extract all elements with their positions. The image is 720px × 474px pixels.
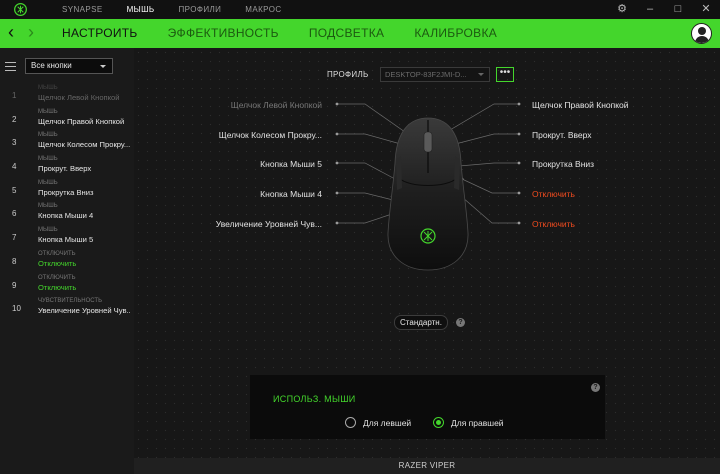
help-icon[interactable]: ? <box>591 383 600 392</box>
close-icon[interactable]: ✕ <box>692 0 720 19</box>
item-value: Увеличение Уровней Чув... <box>38 306 130 316</box>
mouse-diagram <box>335 102 521 271</box>
map-scroll-click[interactable]: Щелчок Колесом Прокру... <box>219 130 322 140</box>
item-category: МЫШЬ <box>38 132 58 139</box>
item-number: 8 <box>12 256 17 266</box>
mouse-body <box>387 117 469 271</box>
item-number: 4 <box>12 162 17 172</box>
back-arrow-icon[interactable]: ‹ <box>8 19 14 48</box>
item-number: 3 <box>12 138 17 148</box>
list-item[interactable]: 10 ЧУВСТВИТЕЛЬНОСТЬ Увеличение Уровней Чув… <box>0 297 134 321</box>
sidebar: Все кнопки 1 МЫШЬ Щелчок Левой Кнопкой 2 МЫ… <box>0 48 134 474</box>
menu-hamburger-icon[interactable] <box>5 62 16 71</box>
tab-customize[interactable]: НАСТРОИТЬ <box>62 19 138 48</box>
standard-view-button[interactable]: Стандартн. <box>394 315 448 330</box>
item-category: МЫШЬ <box>38 179 58 186</box>
list-item[interactable]: 1 МЫШЬ Щелчок Левой Кнопкой <box>0 84 134 108</box>
item-value: Отключить <box>38 282 77 292</box>
main-panel: ПРОФИЛЬ DESKTOP-83F2JMI-D... ••• Щелчок … <box>134 48 720 458</box>
item-category: ОТКЛЮЧИТЬ <box>38 274 76 281</box>
right-handed-radio[interactable] <box>433 417 444 428</box>
item-category: ЧУВСТВИТЕЛЬНОСТЬ <box>38 298 103 305</box>
map-sensitivity-stage-up[interactable]: Увеличение Уровней Чув... <box>216 219 322 229</box>
item-number: 5 <box>12 185 17 195</box>
item-value: Кнопка Мыши 4 <box>38 211 94 221</box>
tab-performance[interactable]: ЭФФЕКТИВНОСТЬ <box>168 19 279 48</box>
item-value: Щелчок Колесом Прокру... <box>38 140 130 150</box>
minimize-icon[interactable]: – <box>636 0 664 19</box>
tabs: НАСТРОИТЬ ЭФФЕКТИВНОСТЬ ПОДСВЕТКА КАЛИБР… <box>62 19 527 48</box>
map-right-click[interactable]: Щелчок Правой Кнопкой <box>532 100 629 110</box>
item-number: 2 <box>12 114 17 124</box>
map-disabled-button-2[interactable]: Отключить <box>532 219 575 229</box>
left-handed-label[interactable]: Для левшей <box>363 418 411 428</box>
item-category: МЫШЬ <box>38 156 58 163</box>
nav-profiles[interactable]: ПРОФИЛИ <box>179 0 222 19</box>
list-item[interactable]: 6 МЫШЬ Кнопка Мыши 4 <box>0 202 134 226</box>
user-avatar-icon[interactable] <box>691 23 712 44</box>
item-number: 9 <box>12 280 17 290</box>
nav-mouse[interactable]: МЫШЬ <box>127 0 155 19</box>
map-mouse-button-5[interactable]: Кнопка Мыши 5 <box>260 159 322 169</box>
forward-arrow-icon[interactable]: › <box>28 19 34 48</box>
item-number: 1 <box>12 91 17 100</box>
avatar-head <box>698 27 706 35</box>
tab-bar: ‹ › НАСТРОИТЬ ЭФФЕКТИВНОСТЬ ПОДСВЕТКА КА… <box>0 19 720 48</box>
list-item[interactable]: 7 МЫШЬ Кнопка Мыши 5 <box>0 226 134 250</box>
left-handed-radio[interactable] <box>345 417 356 428</box>
item-category: МЫШЬ <box>38 227 58 234</box>
map-left-click[interactable]: Щелчок Левой Кнопкой <box>231 100 322 110</box>
help-icon[interactable]: ? <box>456 318 465 327</box>
nav-synapse[interactable]: SYNAPSE <box>62 0 103 19</box>
button-list: 1 МЫШЬ Щелчок Левой Кнопкой 2 МЫШЬ Щелчок Пр… <box>0 84 134 321</box>
list-item[interactable]: 4 МЫШЬ Прокрут. Вверх <box>0 155 134 179</box>
item-number: 10 <box>12 304 21 314</box>
handedness-title: ИСПОЛЬЗ. МЫШИ <box>273 394 356 404</box>
button-filter-value: Все кнопки <box>31 61 72 70</box>
maximize-icon[interactable]: □ <box>664 0 692 19</box>
item-category: ОТКЛЮЧИТЬ <box>38 250 76 257</box>
settings-gear-icon[interactable]: ⚙ <box>608 0 636 19</box>
list-item[interactable]: 8 ОТКЛЮЧИТЬ Отключить <box>0 250 134 274</box>
right-handed-label[interactable]: Для правшей <box>451 418 504 428</box>
razer-logo-icon <box>14 3 27 16</box>
map-disabled-button-1[interactable]: Отключить <box>532 189 575 199</box>
tab-lighting[interactable]: ПОДСВЕТКА <box>309 19 385 48</box>
device-name: RAZER VIPER <box>134 458 720 474</box>
list-item[interactable]: 5 МЫШЬ Прокрутка Вниз <box>0 179 134 203</box>
item-value: Прокрут. Вверх <box>38 164 92 174</box>
item-value: Отключить <box>38 258 77 268</box>
map-mouse-button-4[interactable]: Кнопка Мыши 4 <box>260 189 322 199</box>
list-item[interactable]: 9 ОТКЛЮЧИТЬ Отключить <box>0 274 134 298</box>
item-number: 6 <box>12 209 17 219</box>
avatar-body <box>695 36 709 43</box>
top-nav: SYNAPSE МЫШЬ ПРОФИЛИ МАКРОС <box>62 0 306 19</box>
item-value: Щелчок Левой Кнопкой <box>38 93 120 102</box>
handedness-panel: ИСПОЛЬЗ. МЫШИ ? Для левшей Для правшей <box>250 375 605 439</box>
map-scroll-up[interactable]: Прокрут. Вверх <box>532 130 592 140</box>
window-controls: ⚙ – □ ✕ <box>608 0 720 19</box>
title-bar: SYNAPSE МЫШЬ ПРОФИЛИ МАКРОС ⚙ – □ ✕ <box>0 0 720 19</box>
nav-macro[interactable]: МАКРОС <box>245 0 281 19</box>
tab-calibration[interactable]: КАЛИБРОВКА <box>414 19 497 48</box>
item-category: МЫШЬ <box>38 203 58 210</box>
item-category: МЫШЬ <box>38 108 58 115</box>
item-category: МЫШЬ <box>38 85 58 91</box>
item-value: Щелчок Правой Кнопкой <box>38 116 125 126</box>
item-number: 7 <box>12 233 17 243</box>
chevron-down-icon <box>100 65 106 68</box>
button-filter-select[interactable]: Все кнопки <box>25 58 113 74</box>
list-item[interactable]: 2 МЫШЬ Щелчок Правой Кнопкой <box>0 108 134 132</box>
item-value: Кнопка Мыши 5 <box>38 235 94 245</box>
list-item[interactable]: 3 МЫШЬ Щелчок Колесом Прокру... <box>0 131 134 155</box>
item-value: Прокрутка Вниз <box>38 187 94 197</box>
map-scroll-down[interactable]: Прокрутка Вниз <box>532 159 594 169</box>
